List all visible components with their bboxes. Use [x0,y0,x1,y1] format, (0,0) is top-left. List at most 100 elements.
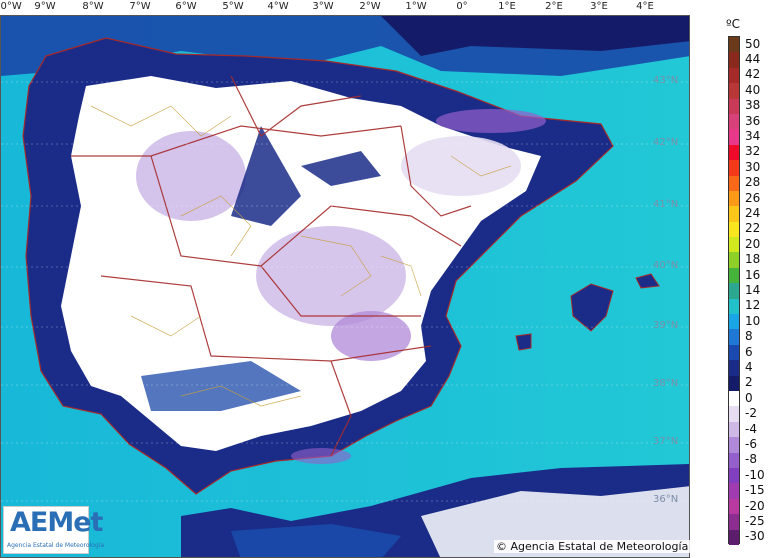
colorbar-segment [729,190,739,207]
colorbar-segment [729,221,739,238]
colorbar-segment [729,144,739,161]
sierra-nevada-cold [291,448,351,464]
colorbar-tick-label: -6 [745,436,757,451]
colorbar-tick-label: 42 [745,67,761,82]
colorbar-tick-label: 16 [745,267,761,282]
colorbar-tick-label: -10 [745,467,765,482]
colorbar-tick-label: 34 [745,129,761,144]
longitude-label: 2°W [359,1,381,12]
colorbar-segment [729,452,739,468]
copyright-notice: © Agencia Estatal de Meteorología [494,540,691,553]
colorbar-tick-label: 6 [745,344,753,359]
colorbar-segment [729,83,739,99]
colorbar-tick-label: 24 [745,206,761,221]
aemet-logo: AEMet Agencia Estatal de Meteorología [3,506,104,554]
latitude-label: 38°N [653,378,679,389]
longitude-label: 0° [456,1,468,12]
colorbar-tick-label: 2 [745,375,753,390]
latitude-label: 40°N [653,260,679,271]
colorbar-segment [729,298,739,315]
latitude-label: 39°N [653,320,679,331]
colorbar-segment [729,467,739,484]
longitude-label: 4°E [636,1,654,12]
colorbar-tick-label: -15 [745,483,765,498]
latitude-label: 41°N [653,199,679,210]
colorbar-segment [729,237,739,253]
colorbar-unit: ºC [726,17,741,31]
cold-pocket [256,226,406,326]
longitude-labels: 10°W 9°W 8°W 7°W 6°W 5°W 4°W 3°W 2°W 1°W 0° 1°E 2°E 3… [0,0,690,15]
latitude-label: 42°N [653,137,679,148]
colorbar-tick-label: 36 [745,113,761,128]
colorbar-segment [729,406,739,422]
colorbar-tick-label: -25 [745,513,765,528]
colorbar-segment [729,314,739,330]
longitude-label: 6°W [175,1,197,12]
colorbar-tick-label: -2 [745,406,757,421]
colorbar-segment [729,283,739,299]
longitude-label: 2°E [545,1,563,12]
colorbar-tick-label: 28 [745,175,761,190]
colorbar-tick-label: 44 [745,52,761,67]
colorbar-segment [729,344,739,361]
colorbar-segment [729,329,739,345]
ibiza-island [515,333,532,351]
colorbar-segment [729,390,739,407]
colorbar-segment [729,360,739,376]
colorbar-segment [729,175,739,191]
colorbar-tick-label: 30 [745,159,761,174]
colorbar-tick-label: -8 [745,452,757,467]
colorbar-segment [729,267,739,284]
colorbar-segment [729,67,739,84]
longitude-label: 7°W [129,1,151,12]
logo-subtitle: Agencia Estatal de Meteorología [7,542,104,549]
cold-pocket [401,136,521,196]
longitude-label: 3°W [312,1,334,12]
logo-text: AEMet [10,507,103,538]
colorbar-tick-label: 32 [745,144,761,159]
longitude-label: 9°W [34,1,56,12]
longitude-label: 1°W [405,1,427,12]
temperature-map[interactable]: 43°N 42°N 41°N 40°N 39°N 38°N 37°N 36°N [0,15,690,558]
pyrenees-cold [436,109,546,133]
colorbar-tick-label: 4 [745,359,753,374]
longitude-label: 1°E [498,1,516,12]
longitude-label: 10°W [0,1,22,12]
colorbar-tick-label: 20 [745,236,761,251]
colorbar-segment [729,52,739,68]
colorbar-tick-label: 22 [745,221,761,236]
colorbar-segment [729,160,739,176]
colorbar-segment [729,498,739,515]
longitude-label: 5°W [222,1,244,12]
colorbar-tick-label: 40 [745,82,761,97]
longitude-label: 4°W [267,1,289,12]
colorbar-segment [729,252,739,268]
longitude-label: 3°E [590,1,608,12]
colorbar-segment [729,529,739,545]
colorbar-segment [729,483,739,499]
latitude-label: 37°N [653,436,679,447]
colorbar-segment [729,375,739,391]
colorbar-tick-label: -20 [745,498,765,513]
colorbar-tick-label: -4 [745,421,757,436]
colorbar-tick-label: 0 [745,390,753,405]
colorbar-tick-label: 12 [745,298,761,313]
cold-pocket [331,311,411,361]
colorbar-segment [729,98,739,114]
latitude-label: 36°N [653,494,679,505]
colorbar-segment [729,129,739,145]
colorbar-tick-label: 8 [745,329,753,344]
colorbar-segment [729,437,739,453]
longitude-label: 8°W [82,1,104,12]
colorbar-segment [729,37,739,53]
colorbar-tick-label: 18 [745,252,761,267]
colorbar-tick-label: -30 [745,529,765,544]
cold-pocket [136,131,246,221]
colorbar-segment [729,113,739,130]
map-canvas [1,16,689,557]
colorbar-tick-label: 10 [745,313,761,328]
colorbar-tick-label: 26 [745,190,761,205]
colorbar-tick-label: 38 [745,98,761,113]
colorbar-tick-label: 50 [745,36,761,51]
colorbar-tick-label: 14 [745,283,761,297]
